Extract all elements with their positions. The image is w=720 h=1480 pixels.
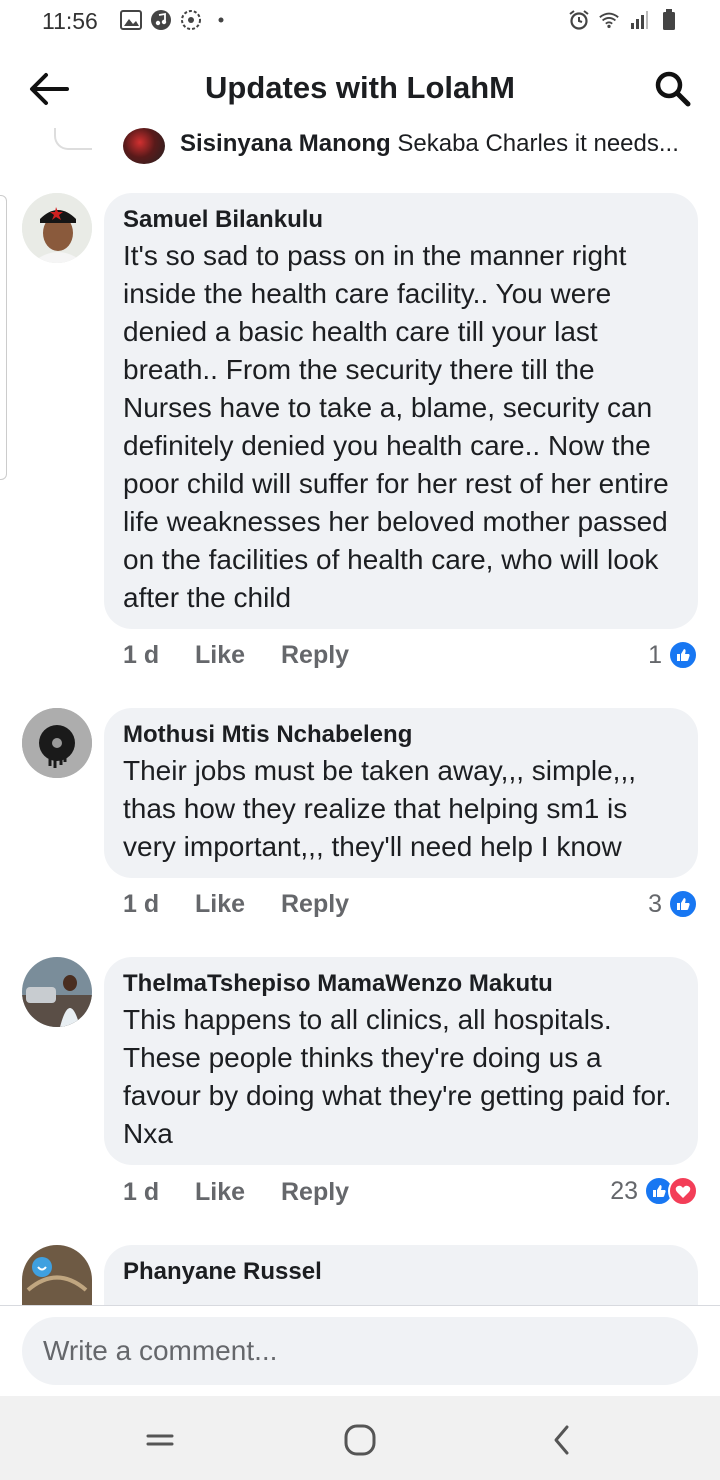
alarm-icon: [568, 9, 590, 31]
avatar[interactable]: [22, 708, 92, 778]
recent-apps-button[interactable]: [138, 1418, 182, 1462]
back-icon: [554, 1425, 569, 1455]
reply-button[interactable]: Reply: [281, 890, 349, 919]
reaction-count: 1: [648, 640, 662, 669]
home-button[interactable]: [338, 1418, 382, 1462]
status-bar: 11:56: [0, 0, 720, 44]
avatar-image: [22, 708, 92, 778]
avatar-image: [22, 957, 92, 1027]
comment-bubble[interactable]: ThelmaTshepiso MamaWenzo Makutu This hap…: [104, 957, 698, 1165]
comment-text: This happens to all clinics, all hospita…: [123, 1004, 672, 1149]
comment-author[interactable]: Samuel Bilankulu: [123, 203, 678, 237]
like-button[interactable]: Like: [195, 890, 281, 919]
reaction-count: 3: [648, 889, 662, 918]
gallery-icon: [120, 9, 142, 31]
comment-actions: 1 d Like Reply: [123, 890, 349, 919]
avatar[interactable]: [22, 1245, 92, 1305]
reaction-count: 23: [610, 1176, 638, 1205]
comment-actions: 1 d Like Reply: [123, 1178, 349, 1207]
comment-time: 1 d: [123, 641, 160, 669]
signal-icon: [628, 9, 650, 31]
comment-actions: 1 d Like Reply: [123, 641, 349, 670]
recent-apps-icon: [146, 1434, 174, 1446]
system-nav-bar: [0, 1396, 720, 1480]
thread-connector: [54, 128, 92, 150]
comment-text: Their jobs must be taken away,,, simple,…: [123, 755, 637, 862]
avatar-image: [22, 193, 92, 263]
comment-author[interactable]: ThelmaTshepiso MamaWenzo Makutu: [123, 967, 678, 1001]
comment-author[interactable]: Phanyane Russel: [123, 1255, 678, 1289]
side-panel-edge: [0, 195, 7, 480]
aperture-icon: [180, 9, 202, 31]
page-title: Updates with LolahM: [205, 70, 515, 105]
home-icon: [344, 1424, 376, 1456]
music-icon: [150, 9, 172, 31]
avatar-image: [22, 1245, 92, 1305]
battery-icon: [658, 9, 680, 31]
comment-bubble[interactable]: Phanyane Russel: [104, 1245, 698, 1305]
collapsed-reply[interactable]: Sisinyana Manong Sekaba Charles it needs…: [180, 130, 700, 158]
avatar[interactable]: [22, 193, 92, 263]
search-icon: [655, 71, 691, 107]
reactions-summary[interactable]: 1: [648, 640, 698, 670]
comment-author[interactable]: Mothusi Mtis Nchabeleng: [123, 718, 678, 752]
comment-time: 1 d: [123, 1178, 160, 1206]
status-icons-right: [568, 9, 680, 31]
comment-bubble[interactable]: Mothusi Mtis Nchabeleng Their jobs must …: [104, 708, 698, 878]
like-button[interactable]: Like: [195, 641, 281, 670]
nav-back-button[interactable]: [540, 1418, 584, 1462]
reactions-summary[interactable]: 3: [648, 889, 698, 919]
comment-time: 1 d: [123, 890, 160, 918]
love-reaction-icon: [668, 1176, 698, 1206]
avatar[interactable]: [123, 128, 165, 164]
like-reaction-icon: [668, 640, 698, 670]
reply-author[interactable]: Sisinyana Manong: [180, 130, 391, 157]
status-icons-left: [120, 9, 232, 31]
reactions-summary[interactable]: 23: [610, 1176, 698, 1206]
app-header: Updates with LolahM: [0, 52, 720, 124]
comment-text: It's so sad to pass on in the manner rig…: [123, 240, 669, 613]
reply-button[interactable]: Reply: [281, 1178, 349, 1207]
like-reaction-icon: [668, 889, 698, 919]
reply-preview: Sekaba Charles it needs...: [397, 130, 679, 157]
dot-icon: [210, 9, 232, 31]
like-button[interactable]: Like: [195, 1178, 281, 1207]
comment-composer: [0, 1305, 720, 1397]
search-button[interactable]: [652, 68, 694, 110]
comment-input[interactable]: [22, 1317, 698, 1385]
reply-button[interactable]: Reply: [281, 641, 349, 670]
wifi-icon: [598, 9, 620, 31]
avatar[interactable]: [22, 957, 92, 1027]
comment-bubble[interactable]: Samuel Bilankulu It's so sad to pass on …: [104, 193, 698, 629]
status-time: 11:56: [42, 8, 98, 34]
